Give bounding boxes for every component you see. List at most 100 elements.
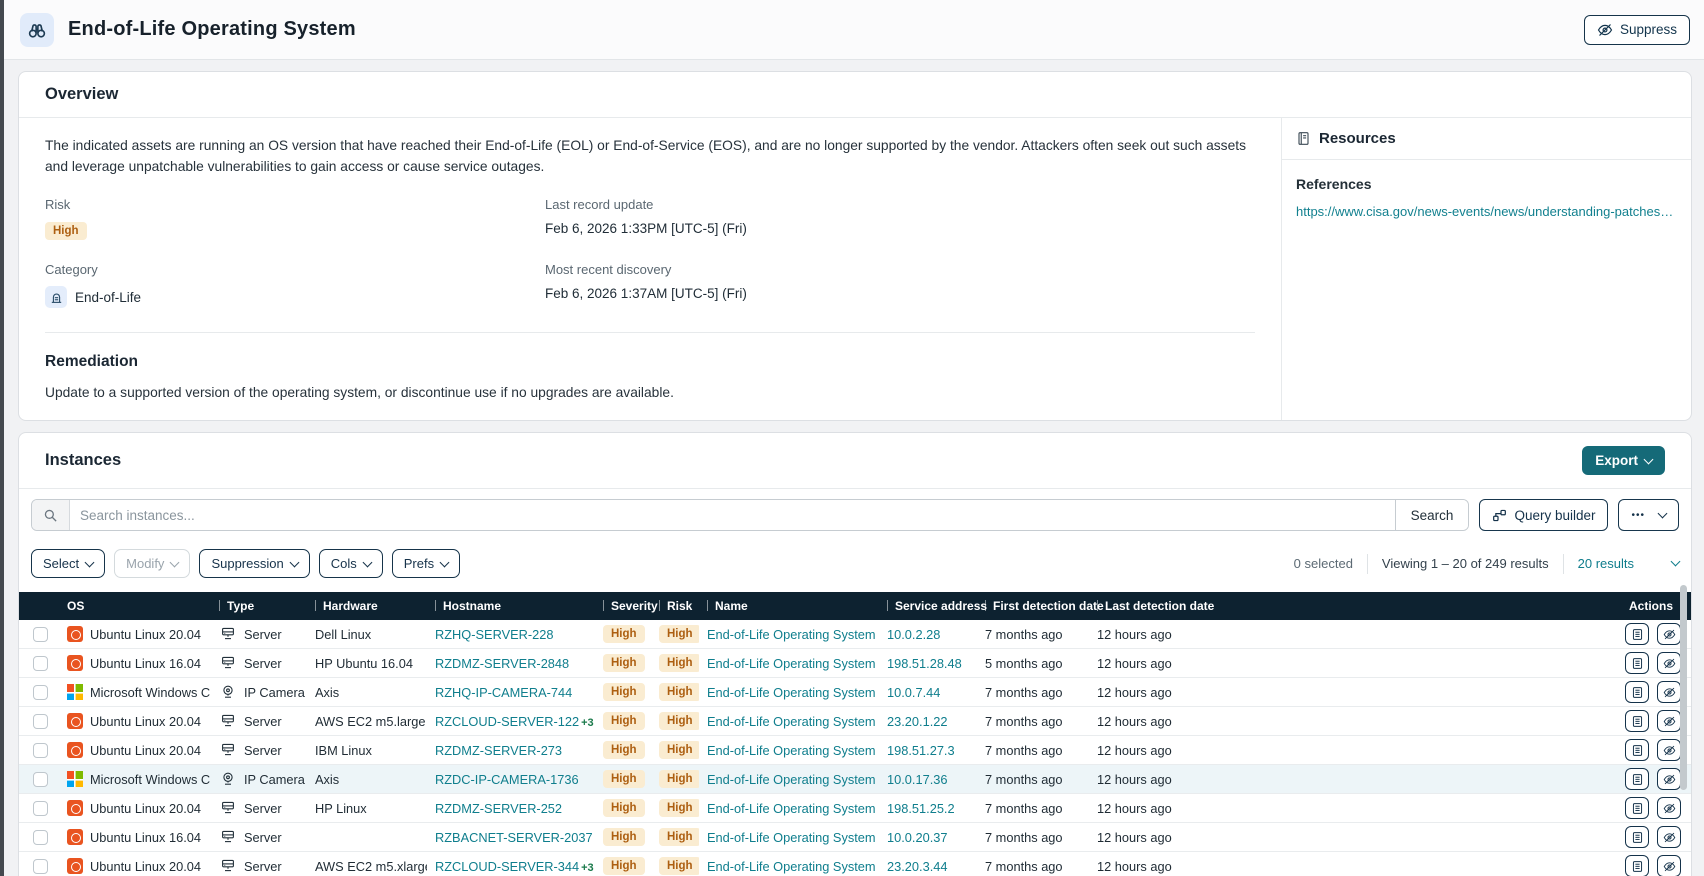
name-link[interactable]: End-of-Life Operating System	[707, 801, 876, 816]
type-label: IP Camera	[244, 685, 305, 700]
select-dropdown[interactable]: Select	[31, 549, 105, 578]
suppress-instance-button[interactable]	[1657, 826, 1681, 848]
table-row[interactable]: Ubuntu Linux 16.04 Server RZBACNET-SERVE…	[19, 823, 1691, 852]
name-link[interactable]: End-of-Life Operating System	[707, 830, 876, 845]
row-checkbox[interactable]	[33, 859, 48, 874]
type-icon	[219, 828, 237, 846]
reference-link[interactable]: https://www.cisa.gov/news-events/news/un…	[1296, 204, 1677, 219]
export-button[interactable]: Export	[1582, 446, 1665, 475]
suppress-instance-button[interactable]	[1657, 652, 1681, 674]
service-address-link[interactable]: 23.20.3.44	[887, 859, 948, 874]
view-details-button[interactable]	[1625, 855, 1649, 876]
service-address-link[interactable]: 23.20.1.22	[887, 714, 948, 729]
service-address-link[interactable]: 198.51.27.3	[887, 743, 955, 758]
column-header-os: OS	[59, 592, 211, 620]
view-details-button[interactable]	[1625, 768, 1649, 790]
overview-description: The indicated assets are running an OS v…	[45, 136, 1255, 177]
table-row[interactable]: Ubuntu Linux 20.04 Server IBM Linux RZDM…	[19, 736, 1691, 765]
hostname-link[interactable]: RZHQ-IP-CAMERA-744	[435, 685, 572, 700]
hostname-extra-badge: +3	[581, 862, 594, 874]
hostname-link[interactable]: RZDMZ-SERVER-252	[435, 801, 562, 816]
type-icon	[219, 654, 237, 672]
row-checkbox[interactable]	[33, 656, 48, 671]
suppress-instance-button[interactable]	[1657, 681, 1681, 703]
name-link[interactable]: End-of-Life Operating System	[707, 743, 876, 758]
risk-badge: High	[659, 625, 699, 643]
page-size-select[interactable]: 20 results	[1578, 556, 1634, 571]
hostname-link[interactable]: RZCLOUD-SERVER-122	[435, 714, 579, 729]
suppress-button[interactable]: Suppress	[1584, 15, 1690, 45]
search-button[interactable]: Search	[1395, 500, 1469, 530]
view-details-button[interactable]	[1625, 681, 1649, 703]
cols-dropdown[interactable]: Cols	[319, 549, 383, 578]
tombstone-icon	[45, 286, 67, 308]
suppress-instance-button[interactable]	[1657, 768, 1681, 790]
os-icon	[67, 771, 83, 787]
hardware-label: HP Ubuntu 16.04	[307, 649, 427, 678]
name-link[interactable]: End-of-Life Operating System	[707, 859, 876, 874]
modify-dropdown[interactable]: Modify	[114, 549, 190, 578]
name-link[interactable]: End-of-Life Operating System	[707, 685, 876, 700]
type-label: IP Camera	[244, 772, 305, 787]
more-options-button[interactable]: •••	[1618, 499, 1679, 531]
first-detection-value: 7 months ago	[977, 852, 1089, 876]
hostname-link[interactable]: RZDMZ-SERVER-273	[435, 743, 562, 758]
row-checkbox[interactable]	[33, 772, 48, 787]
row-checkbox[interactable]	[33, 714, 48, 729]
hostname-link[interactable]: RZDC-IP-CAMERA-1736	[435, 772, 579, 787]
table-row[interactable]: Microsoft Windows CE IP Camera Axis RZDC…	[19, 765, 1691, 794]
hostname-link[interactable]: RZCLOUD-SERVER-344	[435, 859, 579, 874]
view-details-button[interactable]	[1625, 739, 1649, 761]
row-checkbox[interactable]	[33, 743, 48, 758]
page-size-chevron-icon[interactable]	[1672, 556, 1679, 571]
name-link[interactable]: End-of-Life Operating System	[707, 627, 876, 642]
view-details-button[interactable]	[1625, 652, 1649, 674]
table-row[interactable]: Ubuntu Linux 20.04 Server HP Linux RZDMZ…	[19, 794, 1691, 823]
service-address-link[interactable]: 10.0.7.44	[887, 685, 940, 700]
os-icon	[67, 655, 83, 671]
column-header-type: Type	[211, 592, 307, 620]
suppress-instance-button[interactable]	[1657, 739, 1681, 761]
type-icon	[219, 770, 237, 788]
table-row[interactable]: Ubuntu Linux 16.04 Server HP Ubuntu 16.0…	[19, 649, 1691, 678]
suppress-instance-button[interactable]	[1657, 623, 1681, 645]
table-row[interactable]: Ubuntu Linux 20.04 Server AWS EC2 m5.lar…	[19, 707, 1691, 736]
prefs-dropdown[interactable]: Prefs	[392, 549, 460, 578]
first-detection-value: 7 months ago	[977, 736, 1089, 765]
query-builder-button[interactable]: Query builder	[1479, 499, 1608, 531]
row-checkbox[interactable]	[33, 801, 48, 816]
hostname-link[interactable]: RZDMZ-SERVER-2848	[435, 656, 569, 671]
hostname-link[interactable]: RZBACNET-SERVER-2037	[435, 830, 593, 845]
service-address-link[interactable]: 10.0.2.28	[887, 627, 940, 642]
service-address-link[interactable]: 198.51.25.2	[887, 801, 955, 816]
name-link[interactable]: End-of-Life Operating System	[707, 656, 876, 671]
row-checkbox[interactable]	[33, 627, 48, 642]
row-checkbox[interactable]	[33, 685, 48, 700]
table-row[interactable]: Microsoft Windows CE IP Camera Axis RZHQ…	[19, 678, 1691, 707]
service-address-link[interactable]: 198.51.28.48	[887, 656, 962, 671]
risk-badge: High	[659, 828, 699, 846]
suppress-instance-button[interactable]	[1657, 855, 1681, 876]
view-details-button[interactable]	[1625, 623, 1649, 645]
suppress-instance-button[interactable]	[1657, 797, 1681, 819]
suppress-instance-button[interactable]	[1657, 710, 1681, 732]
view-details-button[interactable]	[1625, 826, 1649, 848]
row-checkbox[interactable]	[33, 830, 48, 845]
vertical-scrollbar[interactable]	[1680, 585, 1687, 790]
service-address-link[interactable]: 10.0.20.37	[887, 830, 948, 845]
hostname-link[interactable]: RZHQ-SERVER-228	[435, 627, 554, 642]
severity-badge: High	[603, 712, 645, 730]
severity-badge: High	[603, 654, 645, 672]
table-row[interactable]: Ubuntu Linux 20.04 Server Dell Linux RZH…	[19, 620, 1691, 649]
table-row[interactable]: Ubuntu Linux 20.04 Server AWS EC2 m5.xla…	[19, 852, 1691, 876]
search-input[interactable]	[70, 500, 1395, 530]
view-details-button[interactable]	[1625, 797, 1649, 819]
risk-badge: High	[45, 222, 87, 240]
service-address-link[interactable]: 10.0.17.36	[887, 772, 948, 787]
view-details-button[interactable]	[1625, 710, 1649, 732]
overview-card: Overview The indicated assets are runnin…	[18, 71, 1692, 421]
name-link[interactable]: End-of-Life Operating System	[707, 714, 876, 729]
name-link[interactable]: End-of-Life Operating System	[707, 772, 876, 787]
suppression-dropdown[interactable]: Suppression	[199, 549, 309, 578]
os-label: Microsoft Windows CE	[90, 685, 211, 700]
